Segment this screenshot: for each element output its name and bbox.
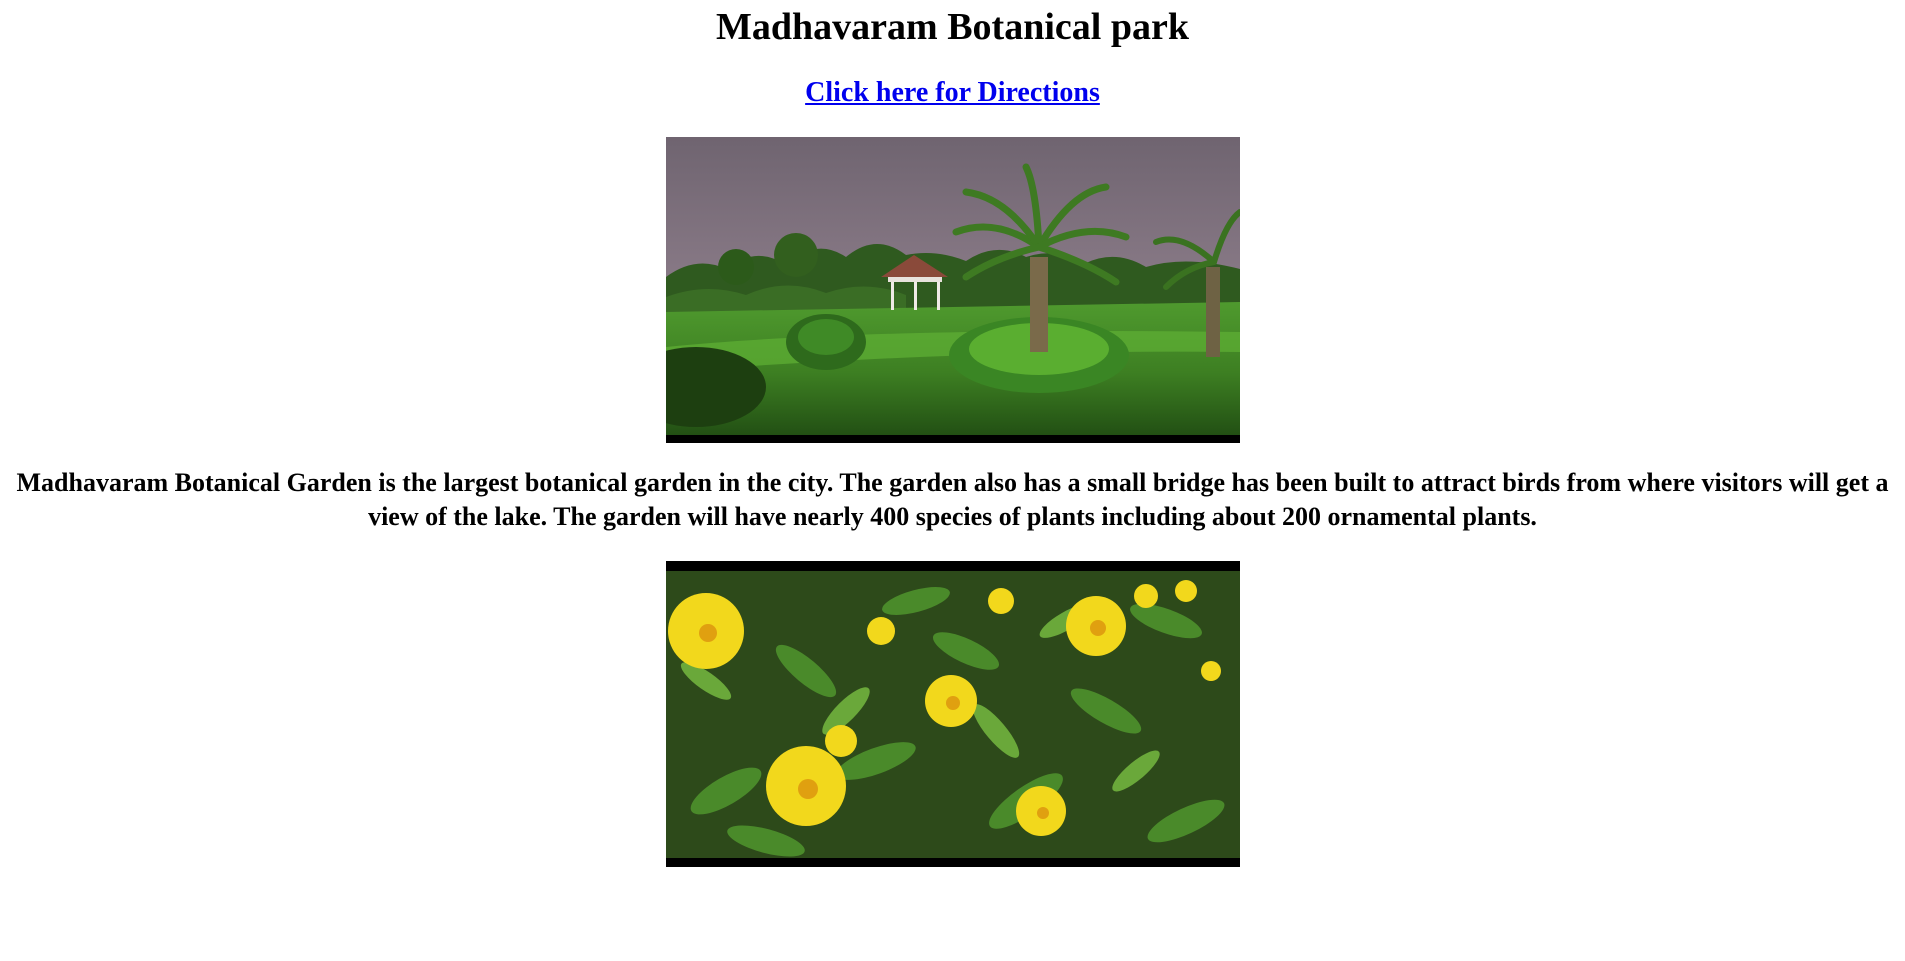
description-text: Madhavaram Botanical Garden is the large… bbox=[16, 468, 1889, 531]
page-root: Madhavaram Botanical park Click here for… bbox=[0, 0, 1905, 961]
directions-paragraph: Click here for Directions bbox=[0, 76, 1905, 110]
directions-link[interactable]: Click here for Directions bbox=[805, 77, 1100, 108]
yellow-flowers-photo bbox=[666, 561, 1240, 867]
garden-landscape-photo bbox=[666, 137, 1240, 443]
page-title: Madhavaram Botanical park bbox=[716, 6, 1189, 48]
